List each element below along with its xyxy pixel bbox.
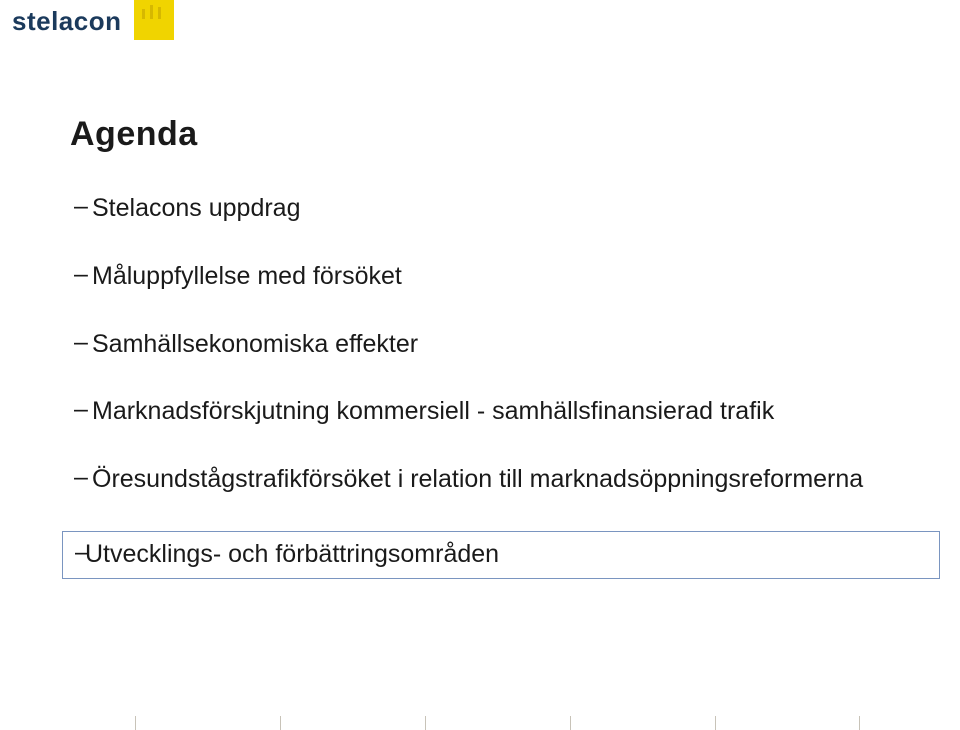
agenda-list: –Stelacons uppdrag–Måluppfyllelse med fö…	[70, 192, 890, 579]
agenda-item: –Samhällsekonomiska effekter	[70, 328, 890, 362]
tick	[425, 716, 570, 730]
agenda-item-text: Stelacons uppdrag	[92, 192, 890, 226]
bars-icon	[140, 3, 168, 19]
agenda-item-text: Öresundstågstrafikförsöket i relation ti…	[92, 463, 890, 497]
agenda-item-text: Måluppfyllelse med försöket	[92, 260, 890, 294]
tick	[280, 716, 425, 730]
bullet-dash: –	[70, 328, 92, 357]
tick	[715, 716, 860, 730]
agenda-item: –Måluppfyllelse med försöket	[70, 260, 890, 294]
agenda-item: –Stelacons uppdrag	[70, 192, 890, 226]
bottom-ticks	[135, 716, 860, 730]
tick	[135, 716, 280, 730]
bullet-dash: –	[70, 395, 92, 424]
agenda-item-text: Marknadsförskjutning kommersiell - samhä…	[92, 395, 890, 429]
bullet-dash: –	[70, 192, 92, 221]
agenda-item: –Öresundstågstrafikförsöket i relation t…	[70, 463, 890, 497]
agenda-item: –Marknadsförskjutning kommersiell - samh…	[70, 395, 890, 429]
bullet-dash: –	[63, 538, 85, 567]
header: stelacon	[0, 0, 174, 40]
tick	[570, 716, 715, 730]
brand-mark	[134, 0, 174, 40]
brand-logo: stelacon	[0, 0, 134, 39]
slide-content: Agenda –Stelacons uppdrag–Måluppfyllelse…	[70, 115, 890, 613]
bullet-dash: –	[70, 463, 92, 492]
agenda-item-text: Utvecklings- och förbättringsområden	[85, 538, 935, 572]
bullet-dash: –	[70, 260, 92, 289]
slide-title: Agenda	[70, 115, 890, 154]
agenda-item-text: Samhällsekonomiska effekter	[92, 328, 890, 362]
agenda-item: –Utvecklings- och förbättringsområden	[62, 531, 940, 579]
